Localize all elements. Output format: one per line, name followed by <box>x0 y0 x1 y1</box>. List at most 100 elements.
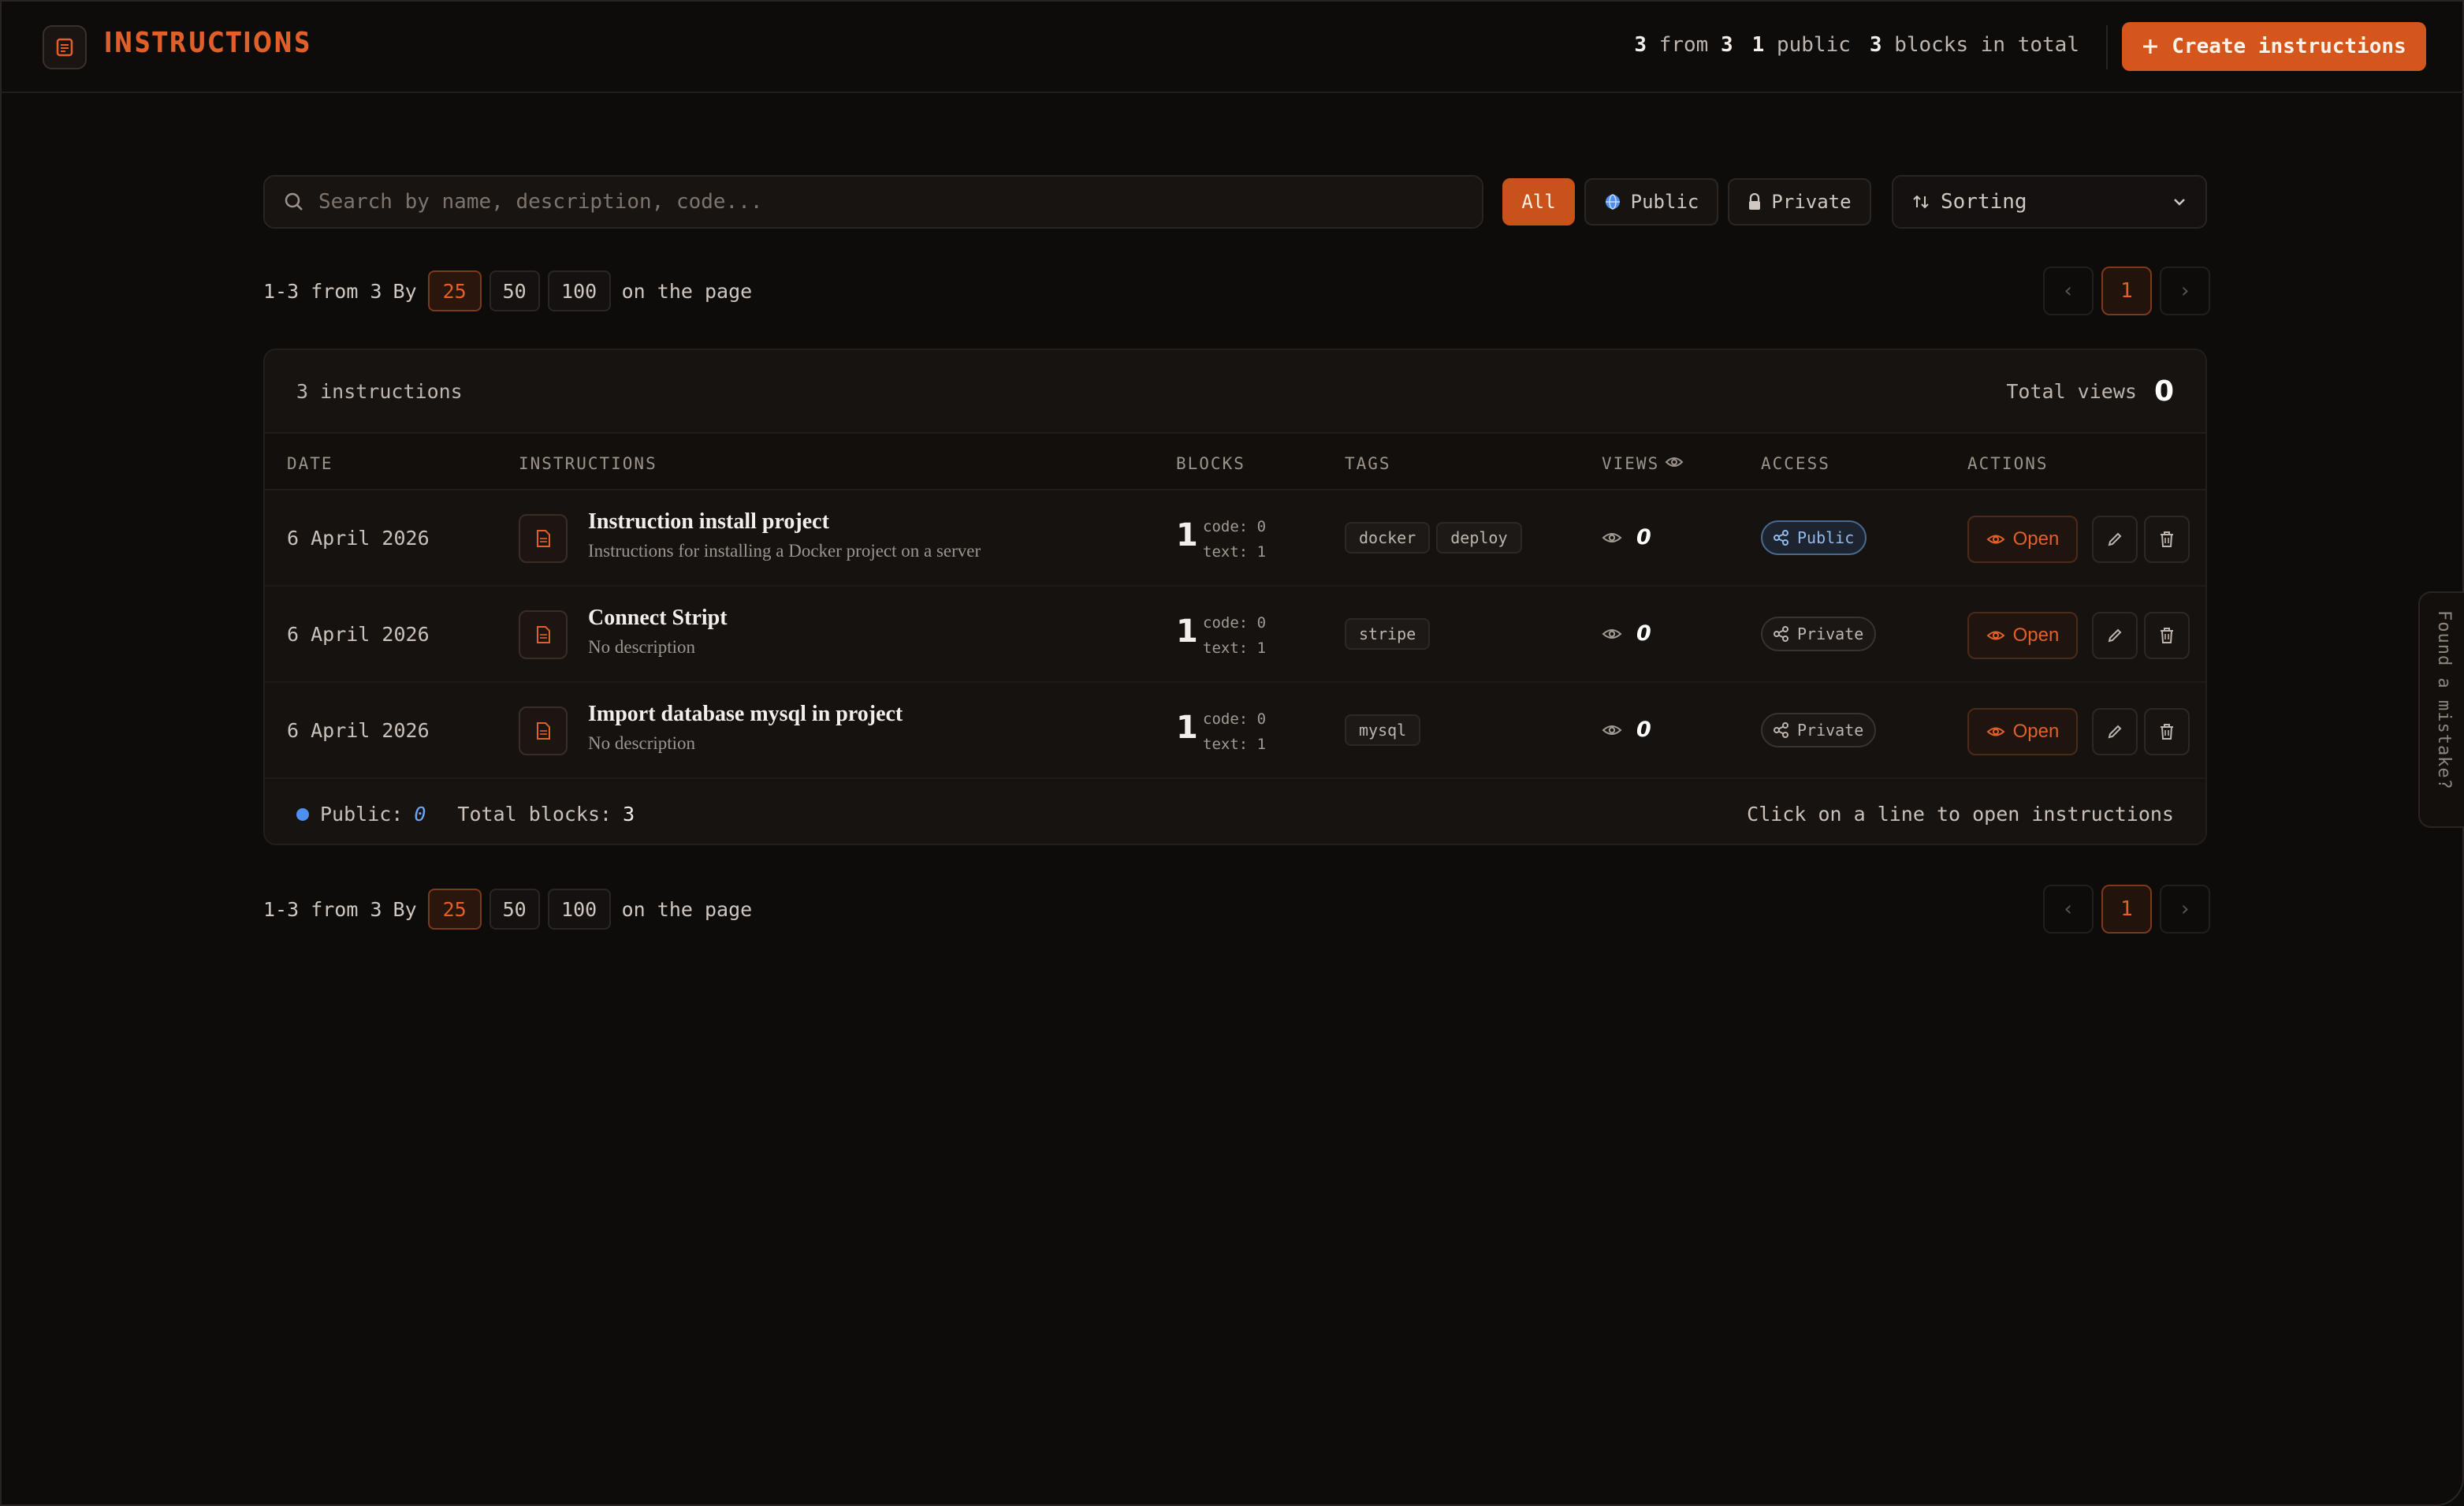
stat-from-label: from <box>1658 33 1709 57</box>
next-page-button[interactable]: › <box>2160 267 2210 315</box>
col-actions: ACTIONS <box>1967 454 2049 473</box>
access-badge: Public <box>1761 520 1867 555</box>
open-label: Open <box>2012 624 2060 646</box>
edit-button[interactable] <box>2092 612 2138 659</box>
row-tags: mysql <box>1345 714 1421 746</box>
total-views-value: 0 <box>2153 375 2174 408</box>
open-label: Open <box>2012 721 2060 742</box>
row-blocks: 1 <box>1176 710 1198 746</box>
page-size-100-button[interactable]: 100 <box>547 270 611 311</box>
row-views: 0 <box>1602 525 1651 550</box>
filter-private-button[interactable]: Private <box>1728 178 1871 226</box>
edit-button[interactable] <box>2092 708 2138 755</box>
row-description: Instructions for installing a Docker pro… <box>588 541 981 561</box>
pagination-range: 1-3 from 3 <box>263 897 382 921</box>
tag[interactable]: docker <box>1345 522 1431 554</box>
row-code-count: code: 0 <box>1203 710 1267 728</box>
table-row[interactable]: 6 April 2026 Import database mysql in pr… <box>265 683 2205 779</box>
row-title[interactable]: Import database mysql in project <box>588 702 903 727</box>
stat-public-count: 1 <box>1751 33 1765 57</box>
page-size-50-button[interactable]: 50 <box>489 889 540 930</box>
delete-button[interactable] <box>2144 516 2190 563</box>
row-views: 0 <box>1602 718 1651 742</box>
row-block-breakdown: code: 0 text: 1 <box>1203 706 1266 757</box>
row-views-value: 0 <box>1636 621 1651 646</box>
page-1-button[interactable]: 1 <box>2101 267 2152 315</box>
row-title[interactable]: Connect Stript <box>588 606 728 631</box>
pagination-by-label: By <box>393 897 417 921</box>
tag[interactable]: deploy <box>1436 522 1522 554</box>
row-block-breakdown: code: 0 text: 1 <box>1203 610 1266 661</box>
col-views[interactable]: VIEWS <box>1602 454 1659 473</box>
stat-blocks-label: blocks in total <box>1894 33 2079 57</box>
col-tags[interactable]: TAGS <box>1345 454 1391 473</box>
trash-icon <box>2161 724 2173 740</box>
prev-page-button[interactable]: ‹ <box>2043 267 2094 315</box>
open-label: Open <box>2012 528 2060 550</box>
eye-icon <box>1602 532 1622 542</box>
sort-dropdown[interactable]: Sorting <box>1892 175 2207 229</box>
delete-button[interactable] <box>2144 708 2190 755</box>
row-date: 6 April 2026 <box>287 623 430 646</box>
access-badge: Private <box>1761 713 1877 747</box>
top-header: INSTRUCTIONS 3 from 3 1 public 3 blocks … <box>0 0 2464 93</box>
page-size-100-button[interactable]: 100 <box>547 889 611 930</box>
search-box[interactable] <box>263 175 1483 229</box>
page-size-25-button[interactable]: 25 <box>427 889 482 930</box>
page-size-50-button[interactable]: 50 <box>489 270 540 311</box>
col-instructions[interactable]: INSTRUCTIONS <box>519 454 657 473</box>
col-blocks[interactable]: BLOCKS <box>1176 454 1245 473</box>
sort-icon <box>1913 195 1929 209</box>
total-views: Total views 0 <box>2006 375 2174 408</box>
table-footer: Public: 0 Total blocks: 3 Click on a lin… <box>265 782 2205 844</box>
footer-public-label: Public: <box>320 803 404 826</box>
filter-public-button[interactable]: Public <box>1584 178 1718 226</box>
page-1-button[interactable]: 1 <box>2101 885 2152 934</box>
document-icon <box>519 514 568 563</box>
table-row[interactable]: 6 April 2026 Connect Stript No descripti… <box>265 587 2205 683</box>
eye-icon <box>1602 725 1622 735</box>
stat-public-label: public <box>1776 33 1851 57</box>
footer-hint: Click on a line to open instructions <box>1747 803 2174 826</box>
create-instructions-button[interactable]: Create instructions <box>2122 22 2426 71</box>
open-button[interactable]: Open <box>1967 516 2078 563</box>
col-date[interactable]: DATE <box>287 454 333 473</box>
footer-total-blocks-label: Total blocks: <box>457 803 612 826</box>
open-button[interactable]: Open <box>1967 612 2078 659</box>
pencil-icon <box>2108 628 2122 643</box>
globe-icon <box>1605 194 1620 210</box>
document-icon[interactable] <box>43 25 87 69</box>
next-page-button[interactable]: › <box>2160 885 2210 934</box>
edit-button[interactable] <box>2092 516 2138 563</box>
open-button[interactable]: Open <box>1967 708 2078 755</box>
feedback-tab[interactable]: Found a mistake? <box>2418 591 2464 828</box>
footer-stats: Public: 0 Total blocks: 3 <box>296 803 635 826</box>
delete-button[interactable] <box>2144 612 2190 659</box>
page-nav-bottom: ‹ 1 › <box>2043 885 2210 934</box>
search-input[interactable] <box>318 190 1422 214</box>
pagination-bottom: 1-3 from 3 By 25 50 100 on the page <box>263 888 752 930</box>
stat-blocks-count: 3 <box>1869 33 1882 57</box>
col-access[interactable]: ACCESS <box>1761 454 1830 473</box>
stat-shown: 3 <box>1634 33 1647 57</box>
public-dot-icon <box>296 807 309 821</box>
filter-public-label: Public <box>1630 191 1699 213</box>
filter-all-button[interactable]: All <box>1502 178 1575 226</box>
create-instructions-label: Create instructions <box>2172 35 2406 58</box>
total-views-label: Total views <box>2006 380 2137 403</box>
tag[interactable]: mysql <box>1345 714 1421 746</box>
row-title[interactable]: Instruction install project <box>588 509 829 535</box>
row-views-value: 0 <box>1636 718 1651 742</box>
filter-all-label: All <box>1521 191 1556 213</box>
table-row[interactable]: 6 April 2026 Instruction install project… <box>265 490 2205 587</box>
sort-label: Sorting <box>1941 190 2027 214</box>
access-badge: Private <box>1761 617 1877 651</box>
eye-icon <box>1602 628 1622 639</box>
row-views: 0 <box>1602 621 1651 646</box>
access-label: Private <box>1797 624 1864 643</box>
prev-page-button[interactable]: ‹ <box>2043 885 2094 934</box>
pagination-by-label: By <box>393 279 417 303</box>
access-label: Private <box>1797 721 1864 740</box>
page-size-25-button[interactable]: 25 <box>427 270 482 311</box>
tag[interactable]: stripe <box>1345 618 1431 650</box>
